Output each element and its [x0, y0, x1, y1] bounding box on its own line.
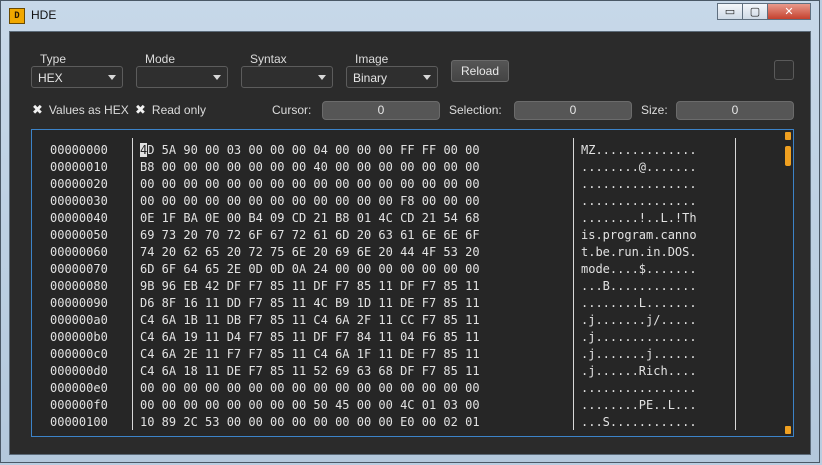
- row-offset: 000000c0: [50, 347, 108, 361]
- row-offset: 000000d0: [50, 364, 108, 378]
- divider: [735, 138, 736, 430]
- text-caret: 4: [140, 143, 148, 157]
- size-field: 0: [676, 101, 794, 120]
- selection-label: Selection:: [449, 103, 502, 117]
- row-bytes[interactable]: C4 6A 18 11 DE F7 85 11 52 69 63 68 DF F…: [140, 364, 570, 378]
- scroll-thumb[interactable]: [785, 146, 791, 166]
- row-ascii[interactable]: ........L.......: [581, 296, 731, 310]
- row-offset: 00000100: [50, 415, 108, 429]
- chevron-down-icon: [108, 75, 116, 80]
- mode-label: Mode: [145, 52, 176, 66]
- row-offset: 00000090: [50, 296, 108, 310]
- row-offset: 00000060: [50, 245, 108, 259]
- hex-view[interactable]: 00000000 4D 5A 90 00 03 00 00 00 04 00 00…: [31, 129, 794, 437]
- row-ascii[interactable]: ........PE..L...: [581, 398, 731, 412]
- divider: [132, 138, 133, 430]
- row-ascii[interactable]: ...B............: [581, 279, 731, 293]
- row-ascii[interactable]: .j.......j......: [581, 347, 731, 361]
- reload-button[interactable]: Reload: [451, 60, 509, 82]
- row-ascii[interactable]: ...S............: [581, 415, 731, 429]
- row-offset: 000000a0: [50, 313, 108, 327]
- row-bytes[interactable]: 00 00 00 00 00 00 00 00 50 45 00 00 4C 0…: [140, 398, 570, 412]
- row-offset: 000000e0: [50, 381, 108, 395]
- chevron-down-icon: [213, 75, 221, 80]
- row-bytes[interactable]: 9B 96 EB 42 DF F7 85 11 DF F7 85 11 DF F…: [140, 279, 570, 293]
- title-bar[interactable]: D HDE ▭ ▢ ✕: [1, 1, 819, 31]
- row-offset: 00000080: [50, 279, 108, 293]
- row-ascii[interactable]: .j.......j/.....: [581, 313, 731, 327]
- row-ascii[interactable]: MZ..............: [581, 143, 731, 157]
- mode-dropdown[interactable]: [136, 66, 228, 88]
- row-offset: 00000070: [50, 262, 108, 276]
- image-label: Image: [355, 52, 389, 66]
- row-bytes[interactable]: C4 6A 1B 11 DB F7 85 11 C4 6A 2F 11 CC F…: [140, 313, 570, 327]
- divider: [573, 138, 574, 430]
- image-value: Binary: [353, 71, 388, 85]
- row-bytes[interactable]: B8 00 00 00 00 00 00 00 40 00 00 00 00 0…: [140, 160, 570, 174]
- row-offset: 00000040: [50, 211, 108, 225]
- scroll-up-arrow[interactable]: [785, 132, 791, 140]
- row-offset: 000000b0: [50, 330, 108, 344]
- values-as-hex-label: Values as HEX: [48, 103, 129, 117]
- editor-panel: Type HEX Mode Syntax Image Binary Reload…: [9, 31, 811, 455]
- extra-button[interactable]: [774, 60, 794, 80]
- row-bytes[interactable]: 00 00 00 00 00 00 00 00 00 00 00 00 F8 0…: [140, 194, 570, 208]
- row-offset: 00000000: [50, 143, 108, 157]
- caption-buttons: ▭ ▢ ✕: [717, 3, 811, 22]
- type-dropdown[interactable]: HEX: [31, 66, 123, 88]
- window-title: HDE: [31, 8, 57, 22]
- cursor-label: Cursor:: [272, 103, 312, 117]
- chevron-down-icon: [423, 75, 431, 80]
- check-icon: ✖: [32, 102, 43, 117]
- chevron-down-icon: [318, 75, 326, 80]
- row-ascii[interactable]: t.be.run.in.DOS.: [581, 245, 731, 259]
- read-only-checkbox[interactable]: ✖ Read only: [135, 102, 206, 118]
- check-icon: ✖: [135, 102, 146, 117]
- syntax-label: Syntax: [250, 52, 287, 66]
- row-ascii[interactable]: ........!..L.!Th: [581, 211, 731, 225]
- row-bytes[interactable]: 00 00 00 00 00 00 00 00 00 00 00 00 00 0…: [140, 177, 570, 191]
- row-offset: 00000020: [50, 177, 108, 191]
- row-bytes[interactable]: D6 8F 16 11 DD F7 85 11 4C B9 1D 11 DE F…: [140, 296, 570, 310]
- row-ascii[interactable]: mode....$.......: [581, 262, 731, 276]
- maximize-button[interactable]: ▢: [742, 3, 768, 20]
- row-bytes[interactable]: 74 20 62 65 20 72 75 6E 20 69 6E 20 44 4…: [140, 245, 570, 259]
- row-bytes[interactable]: 0E 1F BA 0E 00 B4 09 CD 21 B8 01 4C CD 2…: [140, 211, 570, 225]
- app-icon: D: [9, 8, 25, 24]
- vertical-scrollbar[interactable]: [785, 132, 791, 434]
- values-as-hex-checkbox[interactable]: ✖ Values as HEX: [32, 102, 129, 118]
- size-label: Size:: [641, 103, 668, 117]
- close-button[interactable]: ✕: [767, 3, 811, 20]
- cursor-field: 0: [322, 101, 440, 120]
- row-ascii[interactable]: .j......Rich....: [581, 364, 731, 378]
- row-bytes[interactable]: C4 6A 19 11 D4 F7 85 11 DF F7 84 11 04 F…: [140, 330, 570, 344]
- type-value: HEX: [38, 71, 63, 85]
- row-offset: 00000050: [50, 228, 108, 242]
- row-offset: 00000010: [50, 160, 108, 174]
- row-ascii[interactable]: ................: [581, 381, 731, 395]
- type-label: Type: [40, 52, 67, 66]
- row-offset: 00000030: [50, 194, 108, 208]
- row-bytes[interactable]: 10 89 2C 53 00 00 00 00 00 00 00 00 E0 0…: [140, 415, 570, 429]
- scroll-down-arrow[interactable]: [785, 426, 791, 434]
- row-bytes[interactable]: C4 6A 2E 11 F7 F7 85 11 C4 6A 1F 11 DE F…: [140, 347, 570, 361]
- row-ascii[interactable]: is.program.canno: [581, 228, 731, 242]
- row-bytes[interactable]: 6D 6F 64 65 2E 0D 0D 0A 24 00 00 00 00 0…: [140, 262, 570, 276]
- syntax-dropdown[interactable]: [241, 66, 333, 88]
- selection-field: 0: [514, 101, 632, 120]
- row-bytes[interactable]: 00 00 00 00 00 00 00 00 00 00 00 00 00 0…: [140, 381, 570, 395]
- row-ascii[interactable]: .j..............: [581, 330, 731, 344]
- minimize-button[interactable]: ▭: [717, 3, 743, 20]
- image-dropdown[interactable]: Binary: [346, 66, 438, 88]
- row-ascii[interactable]: ................: [581, 177, 731, 191]
- read-only-label: Read only: [151, 103, 206, 117]
- row-ascii[interactable]: ................: [581, 194, 731, 208]
- row-offset: 000000f0: [50, 398, 108, 412]
- row-bytes[interactable]: 4D 5A 90 00 03 00 00 00 04 00 00 00 FF F…: [140, 143, 570, 157]
- row-bytes[interactable]: 69 73 20 70 72 6F 67 72 61 6D 20 63 61 6…: [140, 228, 570, 242]
- row-ascii[interactable]: ........@.......: [581, 160, 731, 174]
- app-window: D HDE ▭ ▢ ✕ Type HEX Mode Syntax Image B…: [0, 0, 820, 463]
